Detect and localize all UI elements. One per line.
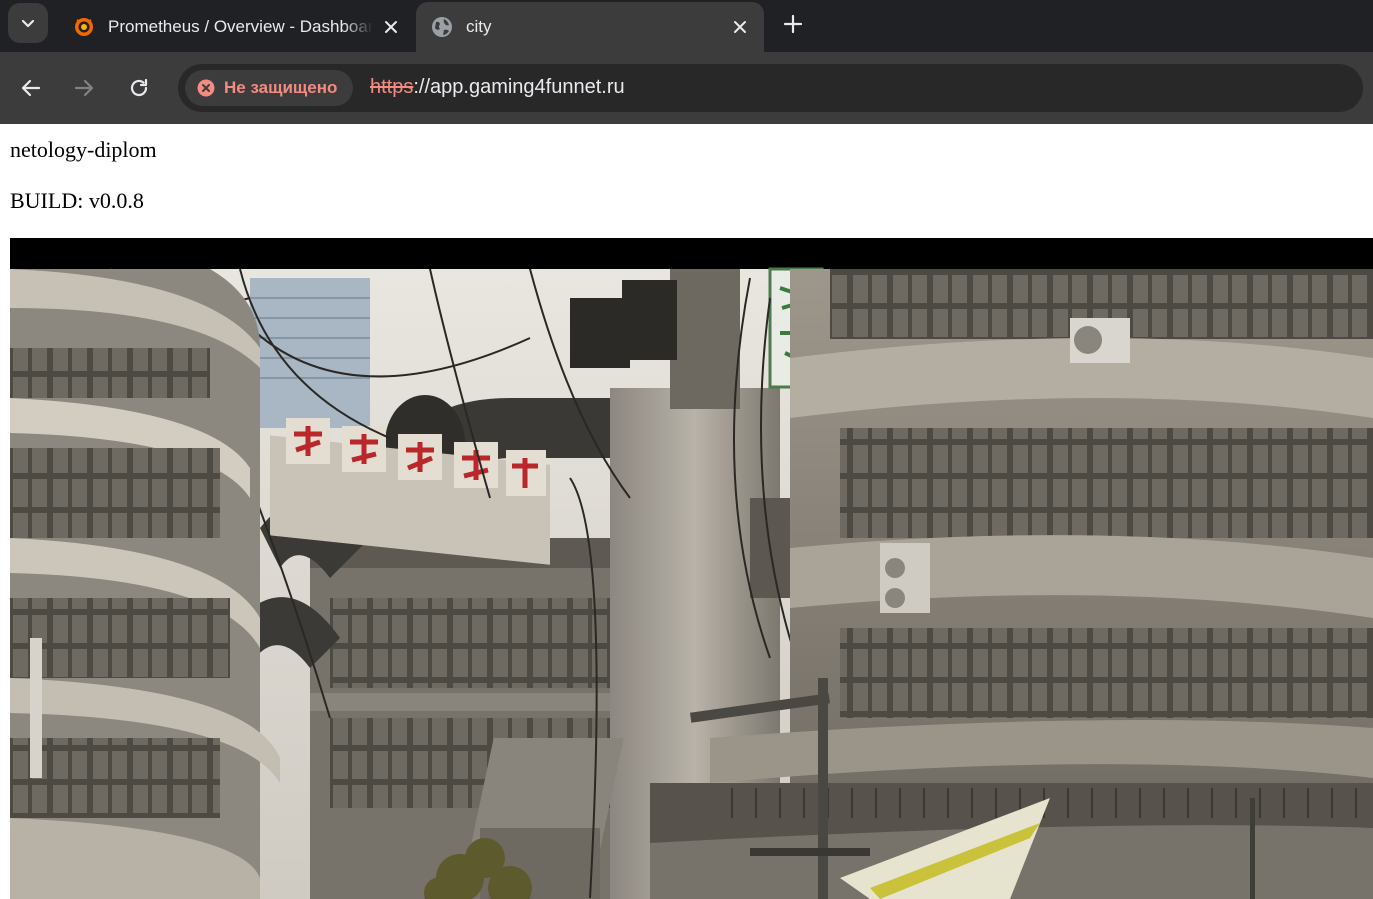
page-content: netology-diplom BUILD: v0.0.8 (0, 124, 1373, 899)
warning-x-icon (197, 79, 215, 97)
plus-icon (783, 14, 803, 34)
arrow-left-icon (21, 79, 41, 97)
new-tab-button[interactable] (778, 9, 808, 39)
city-image (10, 238, 1373, 899)
tab-city[interactable]: city (416, 2, 764, 52)
tab-search-button[interactable] (8, 3, 48, 43)
tab-title: city (466, 17, 492, 36)
url-text[interactable]: https://app.gaming4funnet.ru (370, 76, 625, 99)
back-button[interactable] (15, 72, 47, 104)
page-title: netology-diplom (10, 137, 157, 162)
reload-icon (130, 78, 148, 97)
city-street-illustration (10, 238, 1373, 899)
forward-button[interactable] (68, 72, 100, 104)
close-icon[interactable] (728, 15, 752, 39)
globe-icon (430, 15, 454, 39)
security-chip[interactable]: Не защищено (185, 70, 354, 106)
browser-toolbar: Не защищено https://app.gaming4funnet.ru (0, 52, 1373, 124)
url-host: ://app.gaming4funnet.ru (413, 76, 625, 98)
build-version: BUILD: v0.0.8 (10, 188, 144, 213)
grafana-icon (72, 15, 96, 39)
left-building (10, 269, 280, 899)
tab-prometheus-dashboard[interactable]: Prometheus / Overview - Dashboard (58, 2, 415, 52)
arrow-right-icon (74, 79, 94, 97)
tab-title: Prometheus / Overview - Dashboard (108, 17, 373, 37)
close-icon[interactable] (379, 15, 403, 39)
reload-button[interactable] (123, 72, 155, 104)
security-label: Не защищено (224, 78, 338, 97)
address-bar[interactable]: Не защищено https://app.gaming4funnet.ru (178, 64, 1363, 112)
url-scheme: https (370, 76, 414, 98)
tab-strip: Prometheus / Overview - Dashboard city (0, 0, 1373, 52)
chevron-down-icon (21, 19, 35, 28)
